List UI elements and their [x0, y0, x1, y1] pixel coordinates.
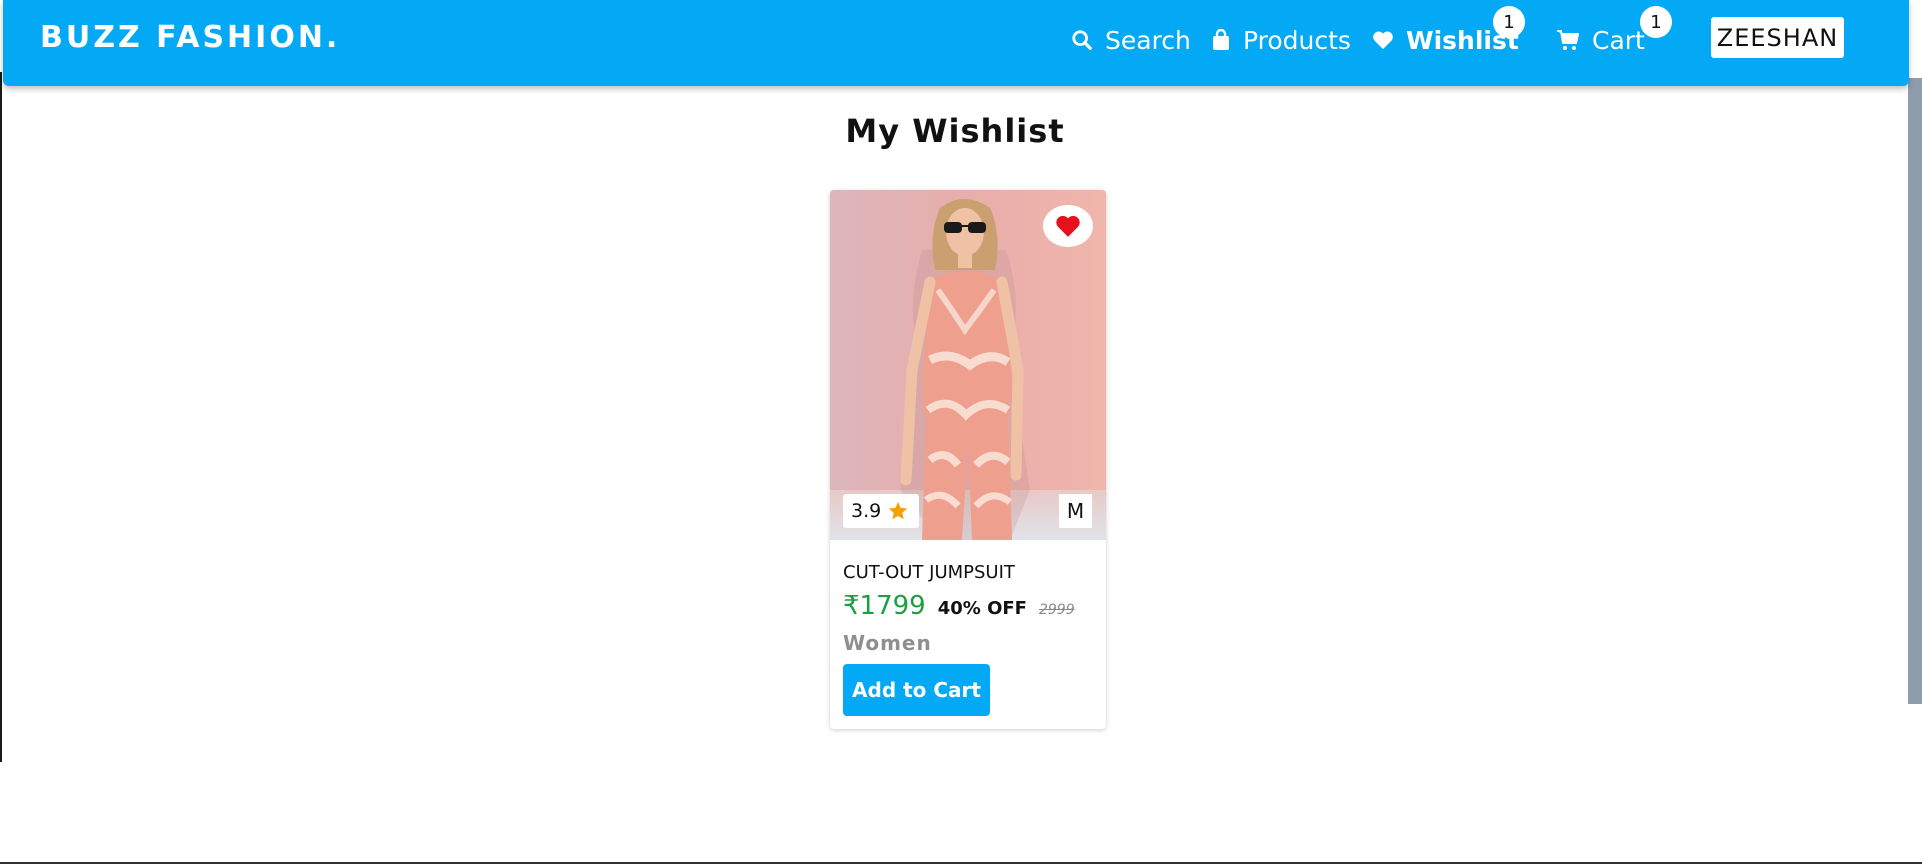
nav-cart-label: Cart [1592, 25, 1645, 55]
product-name[interactable]: CUT-OUT JUMPSUIT [843, 562, 1093, 583]
price-row: ₹1799 40% OFF 2999 [843, 591, 1093, 621]
rating-badge: 3.9 [843, 494, 919, 528]
cart-icon [1557, 30, 1579, 50]
heart-icon [1373, 31, 1393, 50]
window-left-edge [0, 72, 2, 762]
top-navbar: BUZZ FASHION. Search Products Wishlist 1… [3, 0, 1909, 86]
product-image[interactable]: 3.9 M [830, 190, 1106, 540]
product-original-price: 2999 [1038, 602, 1075, 618]
user-menu-button[interactable]: ZEESHAN [1711, 17, 1844, 58]
remove-from-wishlist-button[interactable] [1043, 205, 1093, 247]
product-discount: 40% OFF [937, 598, 1027, 619]
product-category: Women [843, 631, 932, 655]
star-icon [889, 501, 908, 520]
cart-count-badge: 1 [1640, 6, 1672, 38]
brand-logo[interactable]: BUZZ FASHION. [40, 20, 340, 55]
page-title: My Wishlist [845, 112, 1065, 150]
nav-cart[interactable]: Cart [1556, 22, 1645, 58]
page-bottom-divider [0, 862, 1922, 864]
wishlist-item-card[interactable]: 3.9 M CUT-OUT JUMPSUIT ₹1799 40% OFF 299… [830, 190, 1106, 729]
scrollbar[interactable] [1908, 78, 1922, 704]
nav-products-label: Products [1243, 25, 1351, 55]
add-to-cart-button[interactable]: Add to Cart [843, 664, 990, 716]
heart-icon [1056, 215, 1080, 237]
product-details: CUT-OUT JUMPSUIT ₹1799 40% OFF 2999 Wome… [843, 562, 1093, 655]
nav-search-label: Search [1105, 25, 1191, 55]
search-icon [1072, 30, 1092, 50]
wishlist-count-badge: 1 [1493, 6, 1525, 38]
nav-search[interactable]: Search [1071, 22, 1191, 58]
nav-products[interactable]: Products [1211, 22, 1351, 58]
shopping-bag-icon [1213, 29, 1229, 50]
size-badge: M [1059, 494, 1092, 528]
rating-value: 3.9 [851, 500, 882, 522]
product-price: ₹1799 [843, 591, 926, 621]
